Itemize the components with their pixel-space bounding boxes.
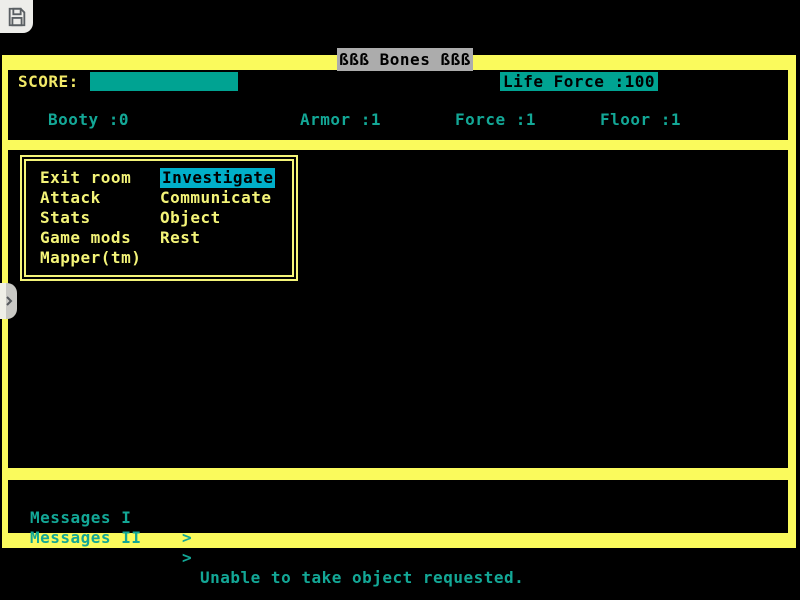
menu-item-game-mods[interactable]: Game mods [40, 228, 141, 248]
life-force-badge: Life Force :100 [500, 72, 658, 91]
message-2-text: Unable to take object requested. [200, 568, 524, 588]
message-line-1: Messages I > [8, 488, 69, 508]
command-menu-inner-border: Exit room Attack Stats Game mods Mapper(… [24, 159, 294, 277]
save-button[interactable] [0, 0, 33, 33]
stat-armor: Armor :1 [300, 110, 381, 130]
command-menu: Exit room Attack Stats Game mods Mapper(… [20, 155, 298, 281]
message-1-prompt: > [182, 528, 192, 548]
floppy-disk-icon [6, 6, 28, 28]
status-panel: SCORE: 0 Life Force :100 Booty :0 Armor … [8, 70, 788, 140]
stat-force: Force :1 [455, 110, 536, 130]
sidebar-drawer-handle[interactable] [0, 283, 17, 319]
score-bar: 0 [90, 72, 238, 91]
main-area: Exit room Attack Stats Game mods Mapper(… [8, 150, 788, 468]
menu-item-mapper[interactable]: Mapper(tm) [40, 248, 141, 268]
menu-column-right: Investigate Communicate Object Rest [160, 168, 275, 248]
menu-item-investigate[interactable]: Investigate [160, 168, 275, 188]
score-label: SCORE: [18, 72, 79, 92]
messages-panel: Messages I > Messages II > Unable to tak… [8, 480, 788, 533]
menu-item-rest[interactable]: Rest [160, 228, 275, 248]
message-2-label: Messages II [30, 528, 141, 548]
game-screen: ßßß Bones ßßß SCORE: 0 Life Force :100 B… [0, 0, 800, 600]
chevron-right-icon [5, 296, 13, 306]
message-2-prompt: > [182, 548, 192, 568]
window-title: ßßß Bones ßßß [337, 48, 473, 71]
menu-item-communicate[interactable]: Communicate [160, 188, 275, 208]
menu-column-left: Exit room Attack Stats Game mods Mapper(… [40, 168, 141, 268]
menu-item-attack[interactable]: Attack [40, 188, 141, 208]
message-line-2: Messages II > Unable to take object requ… [8, 508, 69, 528]
stat-booty: Booty :0 [48, 110, 129, 130]
menu-item-stats[interactable]: Stats [40, 208, 141, 228]
menu-item-object[interactable]: Object [160, 208, 275, 228]
score-value: 0 [219, 91, 229, 110]
stat-floor: Floor :1 [600, 110, 681, 130]
menu-item-exit-room[interactable]: Exit room [40, 168, 141, 188]
